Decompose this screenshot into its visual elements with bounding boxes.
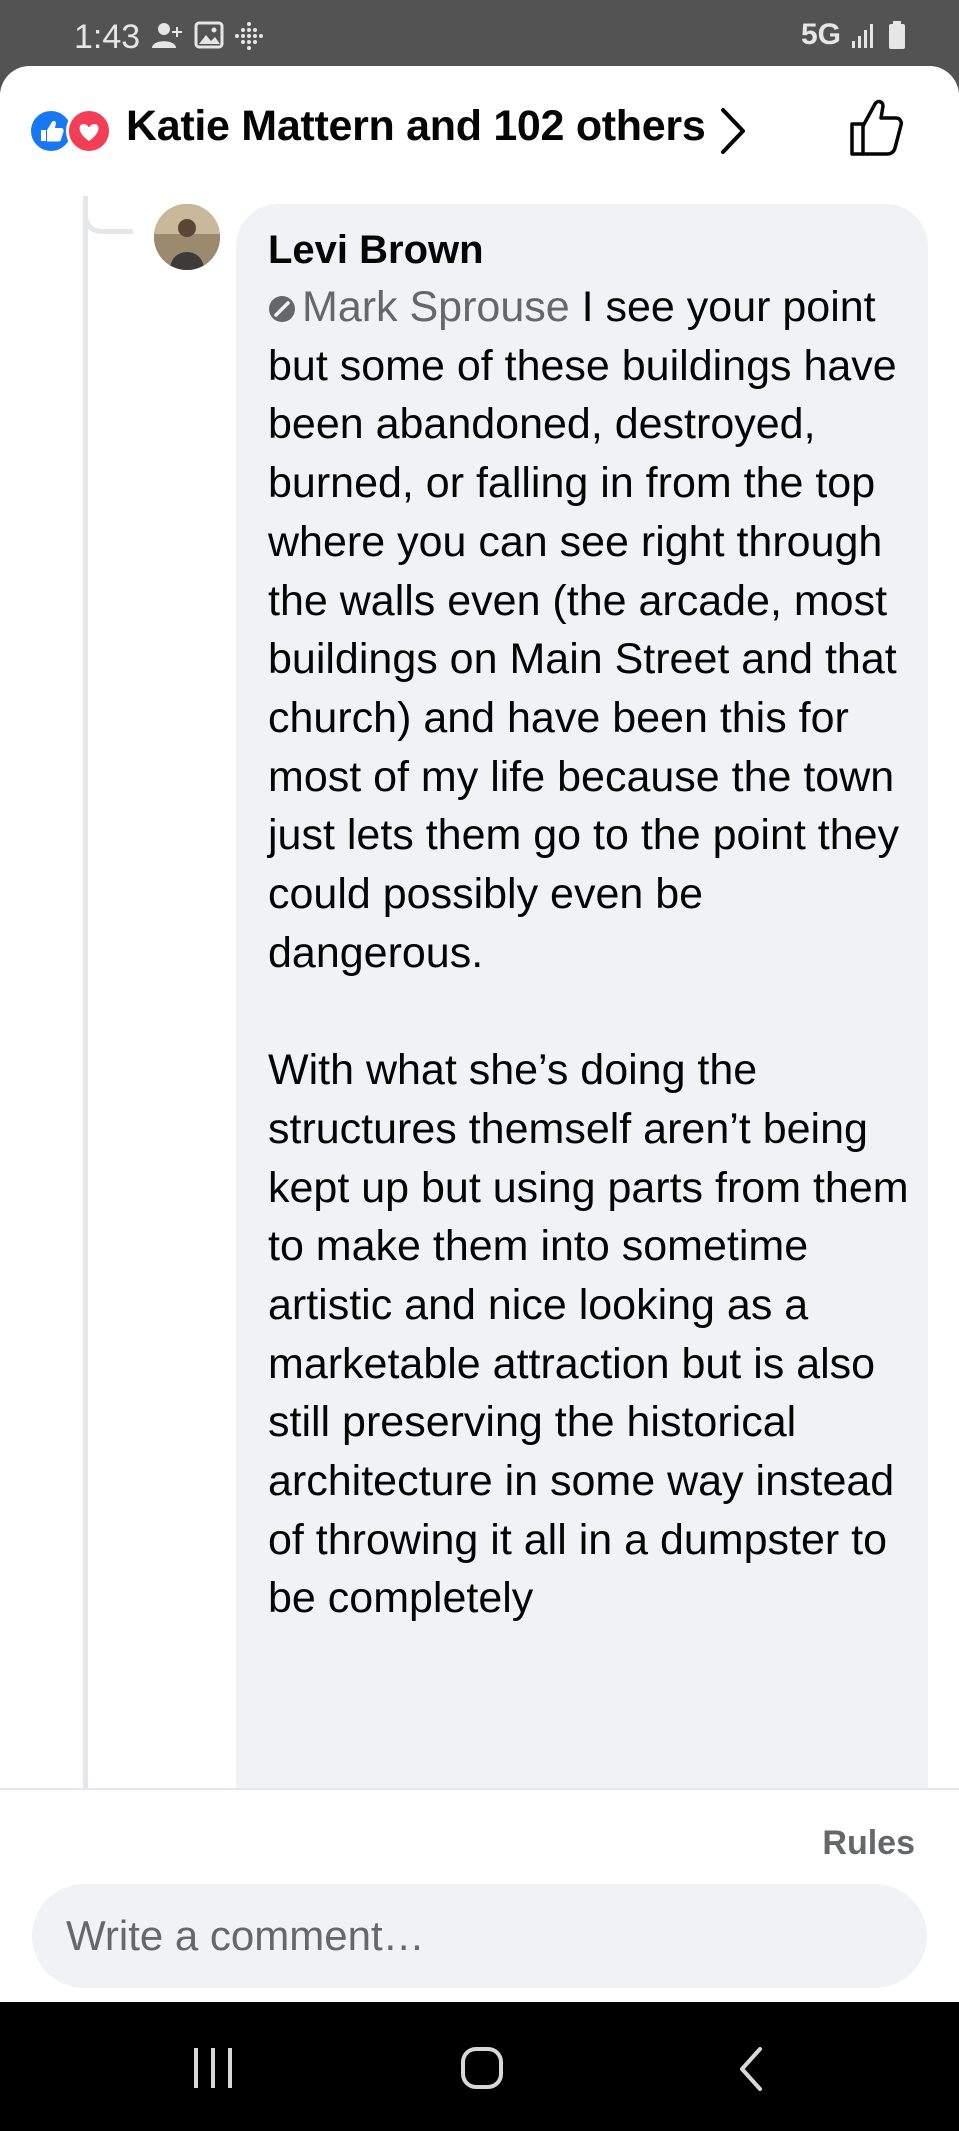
comment-input[interactable] — [32, 1884, 927, 1988]
rules-link[interactable]: Rules — [822, 1824, 915, 1863]
app-grid-icon — [235, 22, 263, 50]
chevron-right-icon[interactable] — [718, 104, 748, 158]
person-add-icon — [152, 23, 182, 48]
comment-text: I see your point but some of these build… — [268, 283, 900, 977]
status-time: 1:43 — [74, 18, 141, 56]
comment-footer: Rules — [0, 1788, 959, 2002]
thumbs-up-icon[interactable] — [848, 98, 904, 158]
signal-icon — [852, 24, 873, 48]
status-bar: 1:43 5G — [0, 0, 959, 66]
thread-connector — [83, 196, 133, 234]
comment-paragraph-2: With what she’s doing the structures the… — [268, 1046, 909, 1623]
image-icon — [194, 21, 224, 49]
mention-tag[interactable]: Mark Sprouse — [268, 283, 570, 331]
status-icons — [150, 20, 264, 50]
network-label: 5G — [800, 18, 841, 51]
status-right: 5G — [801, 18, 907, 52]
comment-bubble: Levi Brown Mark Sprouse I see your point… — [236, 204, 928, 1904]
reactors-text[interactable]: Katie Mattern and 102 others — [126, 102, 706, 151]
reactions-header: Katie Mattern and 102 others — [0, 66, 959, 196]
battery-icon — [889, 21, 905, 49]
mention-name: Mark Sprouse — [302, 283, 570, 331]
comment-author[interactable]: Levi Brown — [268, 228, 484, 273]
reaction-summary[interactable] — [28, 108, 118, 154]
love-icon — [66, 108, 112, 154]
avatar[interactable] — [154, 204, 220, 270]
comments-sheet: Katie Mattern and 102 others Levi Brown … — [0, 66, 959, 2002]
comment-body: Mark Sprouse I see your point but some o… — [268, 278, 918, 1628]
navigation-bar — [0, 2002, 959, 2131]
blocked-icon — [269, 296, 295, 322]
back-icon[interactable] — [736, 2046, 766, 2092]
home-icon[interactable] — [460, 2046, 504, 2090]
recent-apps-icon[interactable] — [190, 2046, 236, 2090]
thread-line — [83, 196, 88, 1856]
